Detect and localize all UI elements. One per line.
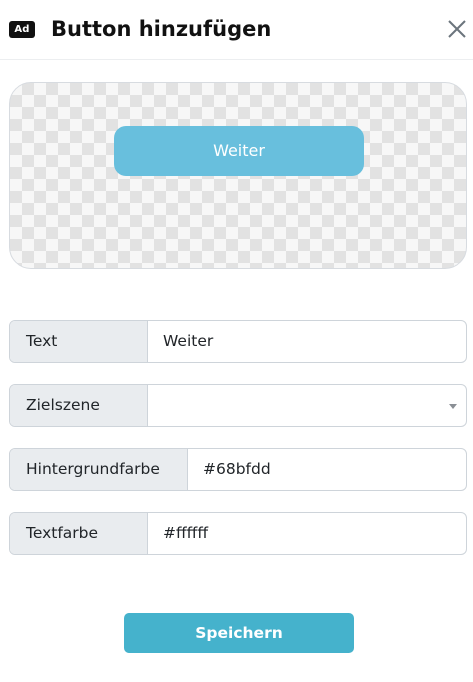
- text-input[interactable]: Weiter: [148, 321, 466, 362]
- button-preview: Weiter: [9, 82, 467, 269]
- modal-title: Button hinzufügen: [51, 17, 272, 41]
- text-color-label: Textfarbe: [10, 513, 148, 554]
- background-color-input[interactable]: #68bfdd: [188, 449, 466, 490]
- target-scene-field: Zielszene: [9, 384, 467, 427]
- background-color-label: Hintergrundfarbe: [10, 449, 188, 490]
- ad-icon: Ad: [9, 21, 35, 38]
- caret-down-icon: [449, 404, 457, 409]
- modal-header: Ad Button hinzufügen: [0, 0, 473, 60]
- close-icon[interactable]: [446, 18, 468, 40]
- background-color-field: Hintergrundfarbe #68bfdd: [9, 448, 467, 491]
- target-scene-label: Zielszene: [10, 385, 148, 426]
- text-color-input[interactable]: #ffffff: [148, 513, 466, 554]
- text-field: Text Weiter: [9, 320, 467, 363]
- target-scene-select[interactable]: [148, 385, 466, 426]
- text-color-field: Textfarbe #ffffff: [9, 512, 467, 555]
- preview-button[interactable]: Weiter: [114, 126, 364, 176]
- text-label: Text: [10, 321, 148, 362]
- save-button[interactable]: Speichern: [124, 613, 354, 653]
